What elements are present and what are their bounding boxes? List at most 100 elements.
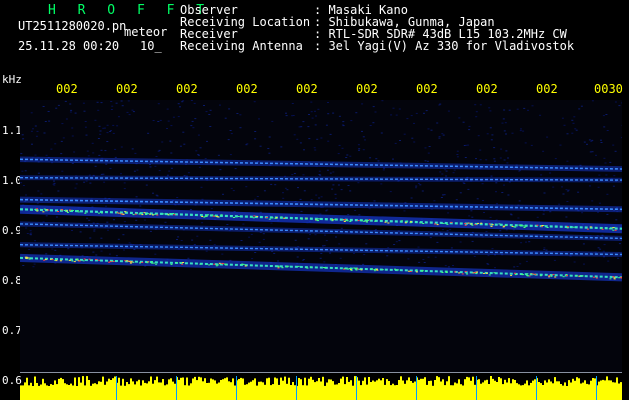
noise-speck: [82, 102, 85, 104]
noise-speck: [499, 230, 502, 232]
histogram-bar: [88, 380, 90, 400]
histogram-bar: [358, 380, 360, 400]
noise-speck: [327, 113, 330, 115]
noise-speck: [326, 169, 329, 171]
histogram-bar: [582, 382, 584, 400]
noise-speck: [500, 148, 503, 150]
noise-speck: [372, 122, 375, 124]
noise-speck: [94, 119, 97, 121]
histogram-bar: [230, 382, 232, 400]
trace-hotspot: [334, 218, 337, 220]
histogram-bar: [454, 382, 456, 400]
histogram-bar: [406, 380, 408, 400]
noise-speck: [31, 143, 33, 145]
noise-speck: [582, 243, 585, 245]
noise-speck: [485, 231, 488, 233]
noise-speck: [598, 174, 601, 176]
noise-speck: [362, 263, 365, 265]
frequency-tick-label: 0.9: [2, 224, 22, 237]
histogram-bar: [196, 380, 198, 400]
noise-speck: [300, 126, 303, 128]
noise-speck: [440, 197, 443, 198]
histogram-bar: [580, 383, 582, 400]
noise-speck: [467, 188, 470, 190]
histogram-bar: [260, 381, 262, 400]
noise-speck: [36, 130, 39, 132]
trace-core: [20, 256, 622, 279]
trace-hotspot: [483, 272, 485, 274]
histogram-bar: [402, 380, 404, 400]
noise-speck: [543, 192, 546, 194]
noise-speck: [103, 181, 106, 183]
noise-speck: [181, 101, 184, 103]
trace-hotspot: [277, 267, 280, 269]
trace-hotspot: [472, 272, 475, 274]
histogram-bar: [560, 384, 562, 400]
noise-speck: [134, 152, 137, 154]
noise-speck: [22, 185, 25, 186]
noise-speck: [21, 134, 24, 136]
noise-speck: [57, 104, 60, 106]
noise-speck: [123, 182, 126, 184]
trace-hotspot: [612, 276, 615, 278]
noise-speck: [465, 144, 468, 146]
trace-hotspot: [265, 217, 268, 218]
histogram-bar: [202, 381, 204, 400]
trace-hotspot: [297, 265, 300, 267]
noise-speck: [413, 122, 415, 124]
trace-hotspot: [349, 221, 352, 222]
histogram-bar: [488, 384, 490, 400]
histogram-bar: [522, 385, 524, 400]
noise-speck: [439, 103, 442, 105]
noise-speck: [302, 259, 305, 260]
trace-hotspot: [181, 263, 184, 265]
histogram-bar: [552, 383, 554, 400]
noise-speck: [580, 105, 583, 107]
noise-speck: [192, 127, 195, 129]
noise-speck: [545, 249, 548, 251]
noise-speck: [149, 166, 152, 168]
histogram-bar: [452, 385, 454, 400]
noise-speck: [64, 100, 67, 102]
trace-hotspot: [519, 224, 522, 226]
histogram-bar: [152, 383, 154, 400]
histogram-bar: [408, 377, 410, 400]
trace-hotspot: [281, 267, 284, 269]
trace-hotspot: [153, 262, 156, 264]
noise-speck: [187, 172, 190, 174]
noise-speck: [410, 115, 413, 117]
trace-hotspot: [129, 262, 132, 264]
histogram-bar: [100, 381, 102, 400]
noise-speck: [106, 132, 109, 134]
histogram-bar: [438, 377, 440, 400]
noise-speck: [213, 244, 216, 246]
noise-speck: [282, 197, 285, 199]
noise-speck: [296, 138, 299, 140]
noise-speck: [503, 184, 505, 186]
trace-hotspot: [526, 273, 529, 275]
noise-speck: [329, 252, 332, 254]
noise-speck: [182, 131, 185, 133]
noise-speck: [516, 266, 519, 267]
noise-speck: [612, 185, 615, 187]
histogram-bar: [54, 380, 56, 400]
histogram-bar: [322, 376, 324, 400]
noise-speck: [232, 190, 235, 192]
histogram-bar: [182, 377, 184, 400]
noise-speck: [104, 150, 107, 152]
noise-speck: [373, 200, 376, 202]
noise-speck: [459, 192, 462, 194]
noise-speck: [48, 120, 51, 122]
histogram-bar: [136, 381, 138, 400]
histogram-bar: [278, 384, 280, 400]
noise-speck: [559, 144, 562, 146]
noise-speck: [329, 133, 332, 135]
trace-hotspot: [275, 217, 278, 219]
histogram-bar: [256, 385, 258, 400]
histogram-bar: [20, 385, 22, 400]
noise-speck: [158, 170, 161, 172]
noise-speck: [110, 101, 113, 102]
noise-speck: [240, 240, 243, 241]
noise-speck: [387, 247, 390, 249]
trace-hotspot: [384, 221, 387, 223]
